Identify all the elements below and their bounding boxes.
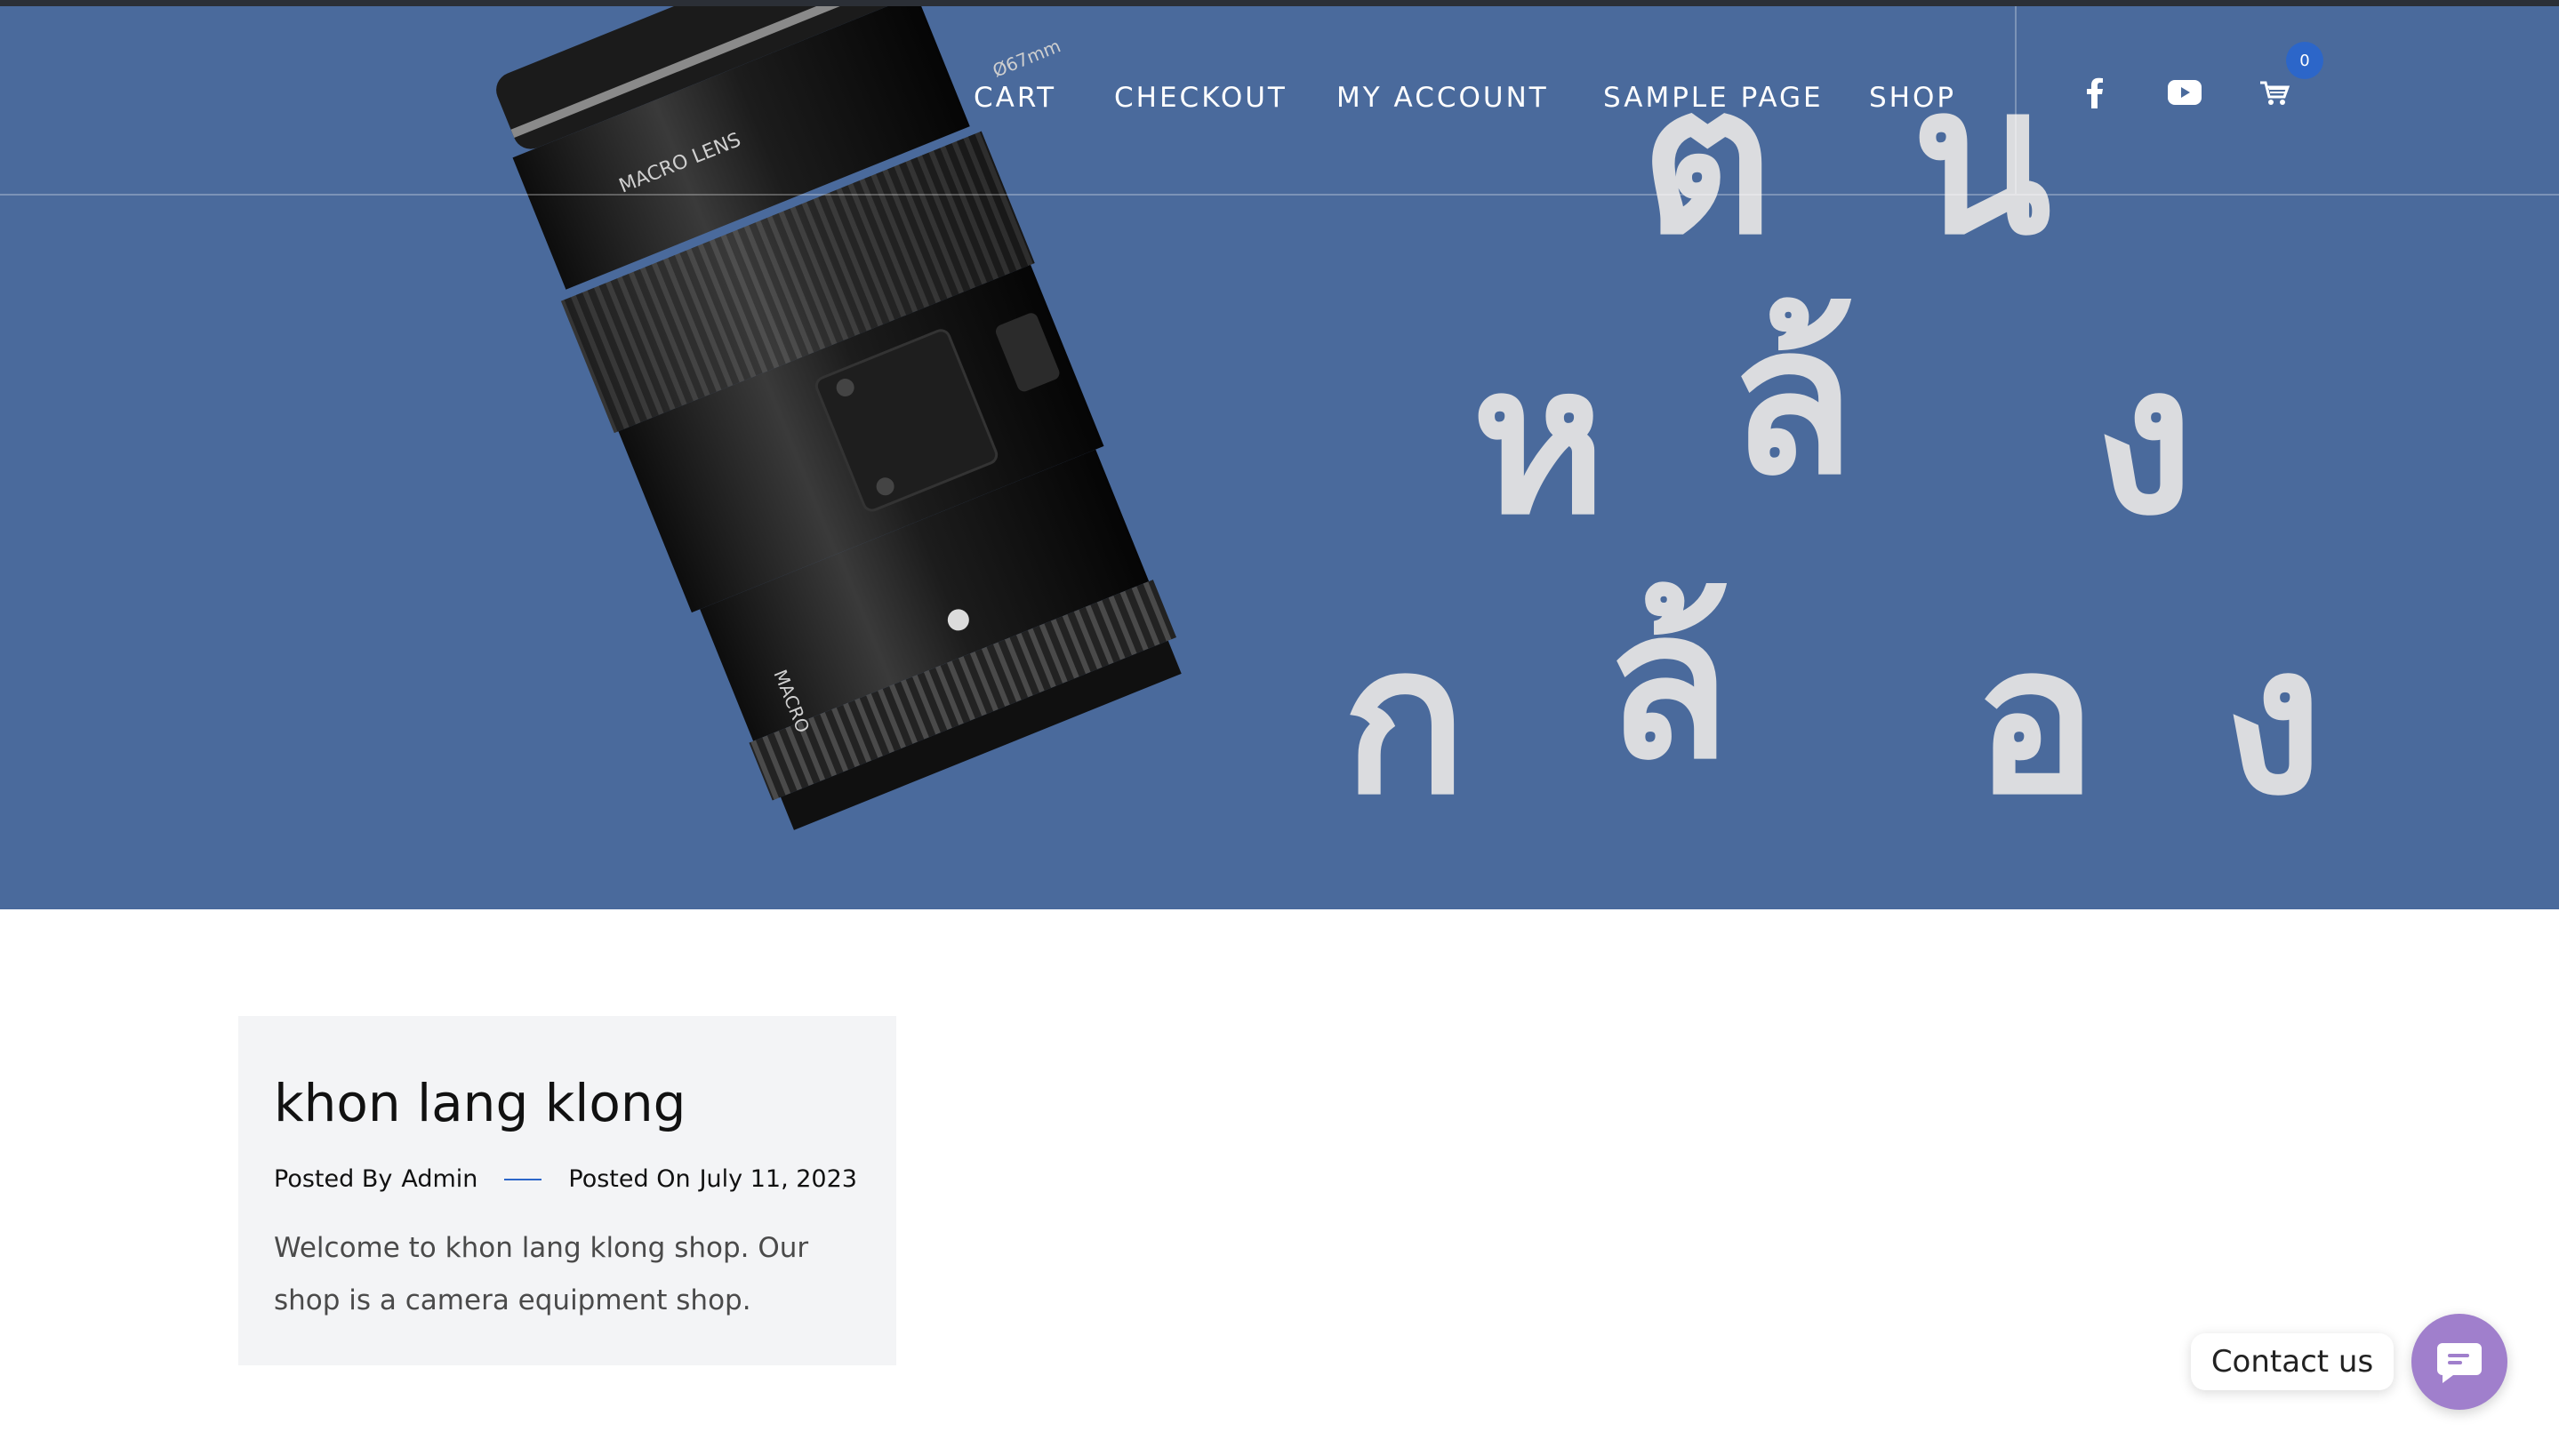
header-divider — [0, 194, 2559, 196]
post-excerpt: Welcome to khon lang klong shop. Our sho… — [274, 1232, 809, 1316]
nav-link-my-account[interactable]: MY ACCOUNT — [1336, 82, 1549, 114]
chat-bubble-icon — [2437, 1343, 2482, 1383]
youtube-icon[interactable] — [2168, 80, 2202, 105]
top-border — [0, 0, 2559, 6]
hero-banner: ต น ห ล้ ง ก ล้ อ ง MACRO LENS MACRO Ø67… — [0, 6, 2559, 909]
contact-us-label[interactable]: Contact us — [2191, 1333, 2394, 1390]
posted-on-label: Posted On — [568, 1165, 691, 1193]
nav-link-shop[interactable]: SHOP — [1869, 82, 1956, 114]
post-title[interactable]: khon lang klong — [274, 1073, 686, 1133]
posted-by-label: Posted By — [274, 1165, 393, 1193]
post-card: khon lang klong Posted By Admin Posted O… — [238, 1016, 896, 1365]
nav-link-sample-page[interactable]: SAMPLE PAGE — [1603, 82, 1824, 114]
nav-link-checkout[interactable]: CHECKOUT — [1114, 82, 1288, 114]
header-vertical-divider — [2015, 6, 2017, 194]
post-meta: Posted By Admin Posted On July 11, 2023 — [274, 1165, 857, 1193]
post-date-link[interactable]: July 11, 2023 — [700, 1165, 857, 1193]
facebook-icon[interactable] — [2084, 76, 2106, 108]
cart-count-badge: 0 — [2286, 42, 2323, 79]
meta-separator — [504, 1178, 542, 1180]
post-author-link[interactable]: Admin — [401, 1165, 477, 1193]
camera-lens-image: MACRO LENS MACRO Ø67mm — [496, 6, 1182, 830]
contact-us-button[interactable] — [2411, 1314, 2507, 1410]
lens-print-text: Ø67mm — [990, 35, 1063, 81]
nav-link-cart[interactable]: CART — [974, 82, 1056, 114]
cart-icon[interactable] — [2258, 80, 2290, 107]
